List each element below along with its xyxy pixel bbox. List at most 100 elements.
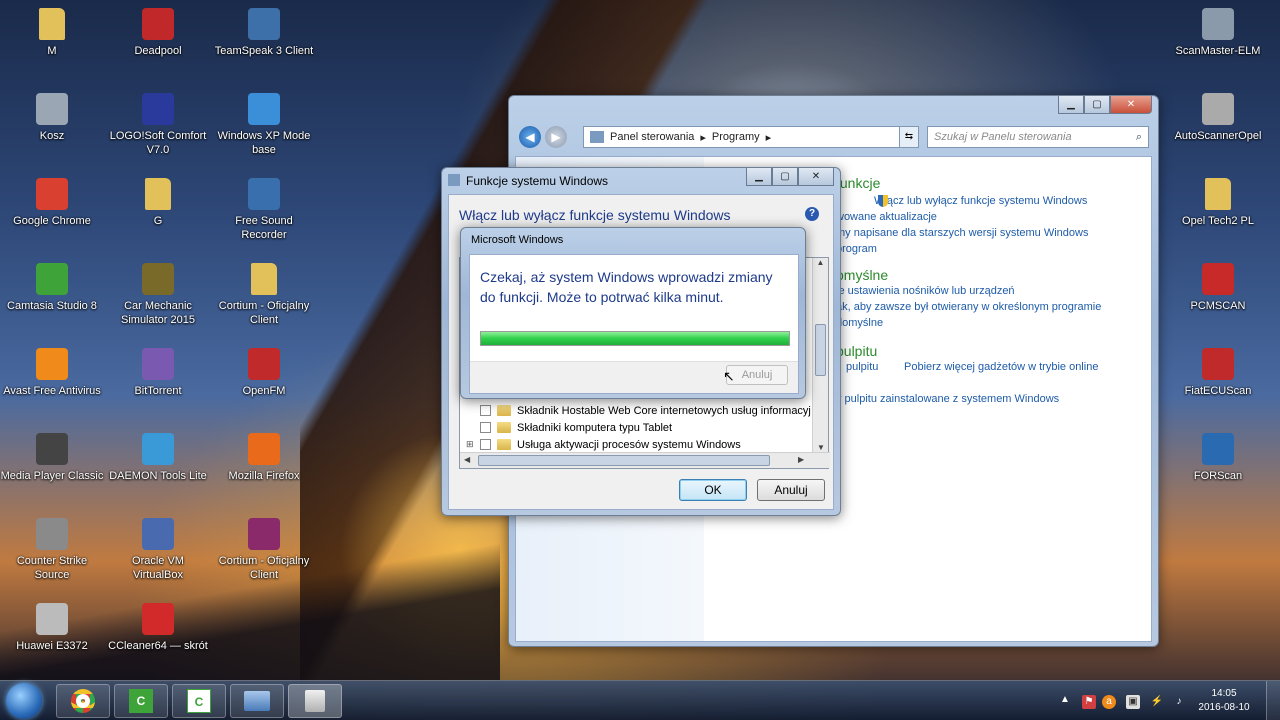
horizontal-scrollbar[interactable]: ◀ ▶ [460,452,830,468]
windows-start-icon[interactable] [6,683,42,719]
feature-checkbox[interactable] [480,439,491,450]
desktop-icon[interactable]: Free Sound Recorder [212,178,316,242]
desktop-icon[interactable]: Cortium - Oficjalny Client [212,518,316,582]
desktop-icon[interactable]: Counter Strike Source [0,518,104,582]
desktop-icon[interactable]: PCMSCAN [1166,263,1270,313]
desktop-icon[interactable]: Huawei E3372 [0,603,104,653]
section-link[interactable]: pulpitu [846,361,878,373]
taskbar-chrome-button[interactable] [56,684,110,718]
breadcrumb-separator-icon: ▸ [700,131,706,144]
taskbar-windows-features-button[interactable] [288,684,342,718]
scanmaster-icon [1202,8,1234,40]
ok-button[interactable]: OK [679,479,747,501]
desktop-icon[interactable]: Kosz [0,93,104,143]
desktop-icon-label: ScanMaster-ELM [1175,45,1261,57]
h-scroll-thumb[interactable] [478,455,770,466]
section-link[interactable]: wowane aktualizacje [836,211,937,223]
minimize-button[interactable]: ▁ [1058,96,1084,114]
minimize-button[interactable]: ▁ [746,168,772,186]
expand-icon[interactable]: ⊞ [466,439,474,450]
forward-button[interactable]: ▶ [545,126,567,148]
section-heading[interactable]: pulpitu [836,343,877,359]
taskbar-camtasia-recorder-button[interactable]: C [172,684,226,718]
desktop-icon[interactable]: DAEMON Tools Lite [106,433,210,483]
desktop-icon[interactable]: TeamSpeak 3 Client [212,8,316,58]
section-link[interactable]: y pulpitu zainstalowane z systemem Windo… [836,393,1059,405]
taskbar-control-panel-button[interactable] [230,684,284,718]
help-icon[interactable]: ? [805,207,819,221]
section-link[interactable]: program [836,243,877,255]
desktop-icon[interactable]: Car Mechanic Simulator 2015 [106,263,210,327]
desktop-icon[interactable]: OpenFM [212,348,316,398]
desktop-icon[interactable]: M [0,8,104,58]
breadcrumb-programs[interactable]: Programy [712,131,760,143]
scroll-left-icon[interactable]: ◀ [464,455,470,464]
desktop-icon[interactable]: Mozilla Firefox [212,433,316,483]
desktop-icon[interactable]: Cortium - Oficjalny Client [212,263,316,327]
action-center-icon[interactable]: ▣ [1126,695,1140,709]
progress-cancel-button[interactable]: Anuluj [726,365,788,385]
desktop-icon[interactable]: Camtasia Studio 8 [0,263,104,313]
scroll-thumb[interactable] [815,324,826,376]
breadcrumb-control-panel[interactable]: Panel sterowania [610,131,694,143]
scroll-down-icon[interactable]: ▼ [813,443,829,452]
maximize-button[interactable]: ▢ [1084,96,1110,114]
desktop-icon[interactable]: Opel Tech2 PL [1166,178,1270,228]
volume-icon[interactable]: ♪ [1172,695,1186,709]
desktop-icon[interactable]: Google Chrome [0,178,104,228]
avast-tray-icon[interactable]: a [1102,695,1116,709]
desktop-icon[interactable]: CCleaner64 — skrót [106,603,210,653]
section-heading[interactable]: funkcje [836,175,880,191]
desktop-icon[interactable]: Media Player Classic [0,433,104,483]
section-link[interactable]: my napisane dla starszych wersji systemu… [836,227,1088,239]
section-heading[interactable]: omyślne [836,267,888,283]
desktop-icon[interactable]: AutoScannerOpel [1166,93,1270,143]
feature-item[interactable]: Składniki komputera typu Tablet [480,419,672,436]
car-mechanic-icon [142,263,174,295]
desktop-icon-label: TeamSpeak 3 Client [214,45,314,57]
desktop-icon-label: Huawei E3372 [16,640,88,652]
search-input[interactable]: Szukaj w Panelu sterowania ⌕ [927,126,1149,148]
refresh-button[interactable]: ⇆ [899,126,919,148]
network-icon[interactable]: ⚡ [1150,695,1164,709]
progress-fill [481,332,789,345]
feature-item[interactable]: Składnik Hostable Web Core internetowych… [480,402,811,419]
desktop-icon[interactable]: FORScan [1166,433,1270,483]
desktop-icon[interactable]: BitTorrent [106,348,210,398]
desktop-icon[interactable]: LOGO!Soft Comfort V7.0 [106,93,210,157]
taskbar-camtasia-button[interactable]: C [114,684,168,718]
close-button[interactable]: ✕ [1110,96,1152,114]
feature-checkbox[interactable] [480,405,491,416]
progress-dialog[interactable]: Microsoft Windows Czekaj, aż system Wind… [460,227,806,399]
daemon-tools-icon [142,433,174,465]
desktop-icon[interactable]: Oracle VM VirtualBox [106,518,210,582]
show-hidden-icons-button[interactable]: ▲ [1060,694,1070,705]
desktop-icon[interactable]: FiatECUScan [1166,348,1270,398]
desktop-icon-label: FiatECUScan [1184,385,1252,397]
desktop-icon[interactable]: Avast Free Antivirus [0,348,104,398]
desktop-icon[interactable]: Deadpool [106,8,210,58]
feature-checkbox[interactable] [480,422,491,433]
section-link[interactable]: domyślne [836,317,883,329]
section-link[interactable]: ie ustawienia nośników lub urządzeń [836,285,1015,297]
vertical-scrollbar[interactable]: ▲ ▼ [812,258,828,454]
scroll-up-icon[interactable]: ▲ [813,258,828,267]
desktop-icon[interactable]: G [106,178,210,228]
clock[interactable]: 14:05 2016-08-10 [1196,687,1252,715]
search-icon[interactable]: ⌕ [1136,131,1142,144]
section-link[interactable]: Włącz lub wyłącz funkcje systemu Windows [874,195,1087,207]
show-desktop-button[interactable] [1266,681,1280,720]
feature-item[interactable]: ⊞ Usługa aktywacji procesów systemu Windo… [466,436,741,453]
desktop-icon[interactable]: Windows XP Mode base [212,93,316,157]
chrome-icon [71,689,95,713]
back-button[interactable]: ◀ [519,126,541,148]
cancel-button[interactable]: Anuluj [757,479,825,501]
desktop-icon[interactable]: ScanMaster-ELM [1166,8,1270,58]
address-bar[interactable]: Panel sterowania ▸ Programy ▸ ▼ [583,126,919,148]
section-link[interactable]: ak, aby zawsze był otwierany w określony… [836,301,1101,313]
flag-icon[interactable]: ⚑ [1082,695,1096,709]
scroll-right-icon[interactable]: ▶ [798,455,804,464]
close-button[interactable]: ✕ [798,168,834,186]
maximize-button[interactable]: ▢ [772,168,798,186]
section-link[interactable]: Pobierz więcej gadżetów w trybie online [904,361,1098,373]
